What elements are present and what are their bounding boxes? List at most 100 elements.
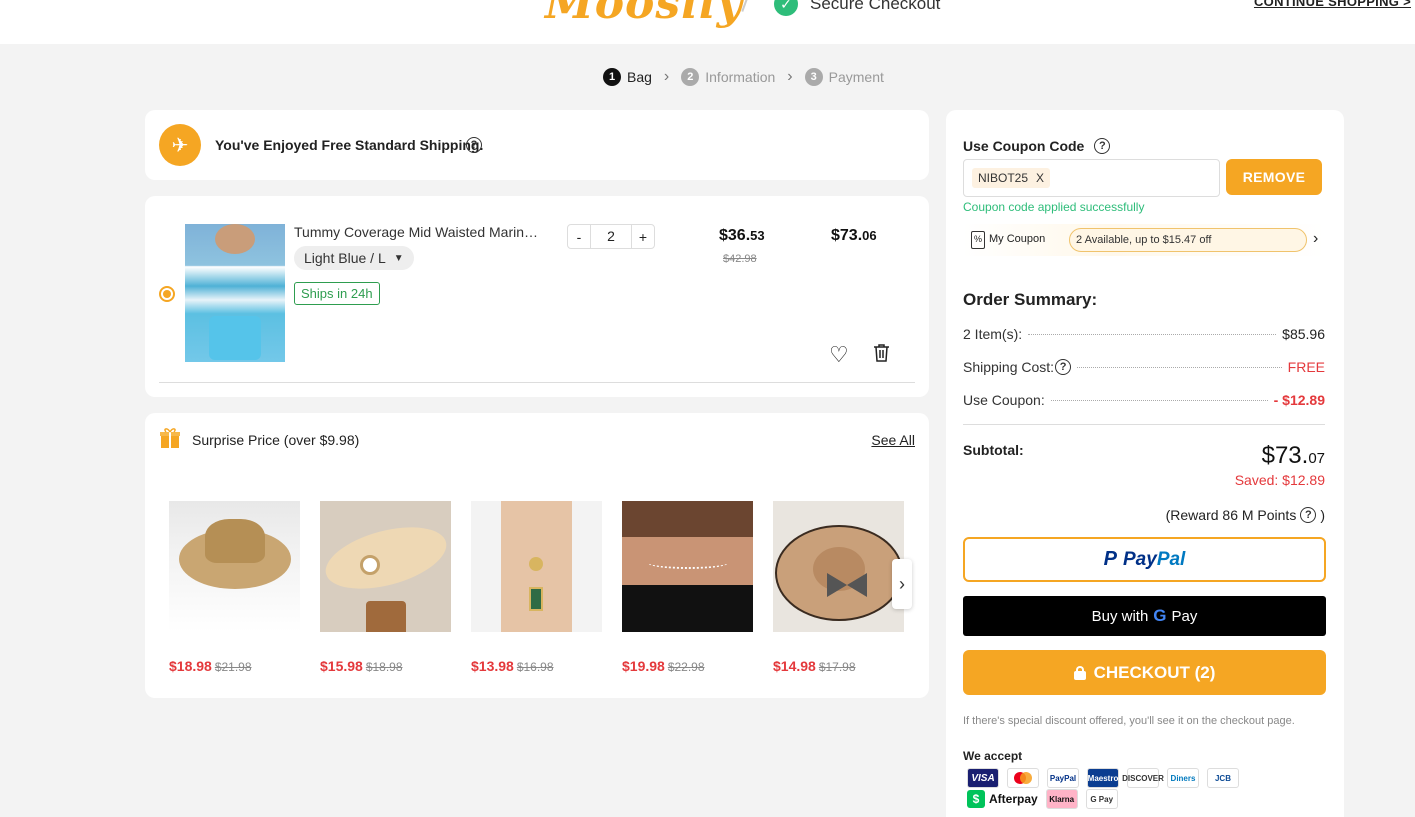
product-image-sun-hat[interactable]: [320, 501, 451, 632]
payment-methods: VISA PayPal Maestro DISCOVER Diners JCB: [967, 768, 1239, 788]
checkout-label: CHECKOUT (2): [1093, 662, 1216, 682]
product-price: $14.98 $17.98: [773, 658, 904, 674]
help-icon[interactable]: ?: [466, 137, 482, 153]
help-icon[interactable]: ?: [1055, 359, 1072, 375]
google-pay-button[interactable]: Buy with G Pay: [963, 596, 1326, 636]
variant-selector[interactable]: Light Blue / L ▼: [294, 246, 414, 270]
variant-label: Light Blue / L: [304, 250, 386, 266]
secure-checkout-label: Secure Checkout: [810, 0, 941, 13]
help-icon[interactable]: ?: [1094, 138, 1111, 154]
qty-minus-button[interactable]: -: [568, 229, 590, 245]
checkout-steps: 1 Bag › 2 Information › 3 Payment: [603, 68, 884, 86]
top-header: Mooslly ✓ Secure Checkout CONTINUE SHOPP…: [0, 0, 1415, 44]
google-g-icon: G: [1153, 606, 1167, 625]
divider: [963, 424, 1325, 425]
jcb-icon: JCB: [1207, 768, 1239, 788]
step-information[interactable]: 2 Information: [681, 68, 775, 86]
product-image-straw-hat[interactable]: [169, 501, 300, 632]
subtotal-value: $73.07: [1262, 442, 1325, 470]
my-coupon-label: My Coupon: [989, 233, 1046, 245]
step-bag[interactable]: 1 Bag: [603, 68, 652, 86]
product-price: $19.98 $22.98: [622, 658, 753, 674]
paypal-pay: Pay: [1123, 548, 1157, 570]
diners-icon: Diners: [1167, 768, 1199, 788]
brand-logo[interactable]: Mooslly: [545, 0, 743, 29]
product-card[interactable]: $18.98 $21.98: [169, 501, 300, 674]
carousel-next-button[interactable]: ›: [892, 559, 912, 609]
klarna-icon: Klarna: [1045, 789, 1078, 809]
price-original: $16.98: [516, 660, 554, 674]
step-payment[interactable]: 3 Payment: [804, 68, 884, 86]
heart-icon[interactable]: ♡: [829, 342, 849, 368]
discount-note: If there's special discount offered, you…: [963, 715, 1295, 727]
step-number: 2: [681, 68, 700, 86]
step-label: Bag: [627, 69, 652, 85]
clear-coupon-icon[interactable]: X: [1036, 171, 1044, 185]
see-all-link[interactable]: See All: [871, 432, 915, 448]
recommended-products: $18.98 $21.98 $15.98 $18.98 $13.98 $16.98: [169, 501, 904, 674]
ships-in-24h-badge: Ships in 24h: [294, 282, 380, 305]
qty-plus-button[interactable]: +: [632, 229, 654, 245]
we-accept-label: We accept: [963, 749, 1023, 763]
subtotal-main: $73.: [1261, 442, 1309, 469]
product-card[interactable]: $15.98 $18.98: [320, 501, 451, 674]
item-select-radio[interactable]: [159, 286, 175, 302]
price-current: $19.98: [622, 658, 665, 674]
step-number: 1: [603, 68, 621, 86]
product-image-necklace[interactable]: [471, 501, 602, 632]
item-total-cents: 06: [862, 228, 877, 243]
price-original: $21.98: [214, 660, 252, 674]
unit-price-cents: 53: [750, 228, 765, 243]
applied-coupon-chip: NIBOT25 X: [972, 168, 1051, 188]
quantity-stepper: - 2 +: [567, 224, 655, 249]
remove-coupon-button[interactable]: REMOVE: [1226, 159, 1322, 195]
afterpay-icon: $: [967, 790, 985, 808]
paypal-logo: PayPal: [1123, 549, 1185, 571]
maestro-icon: Maestro: [1087, 768, 1119, 788]
gpay-prefix: Buy with: [1091, 607, 1149, 625]
caret-down-icon: ▼: [393, 252, 404, 264]
visa-icon: VISA: [967, 768, 999, 788]
price-current: $18.98: [169, 658, 212, 674]
product-card[interactable]: $19.98 $22.98: [622, 501, 753, 674]
product-image-pendant[interactable]: [622, 501, 753, 632]
product-card[interactable]: $14.98 $17.98: [773, 501, 904, 674]
payment-methods-row2: $ Afterpay Klarna G Pay: [967, 789, 1118, 809]
product-card[interactable]: $13.98 $16.98: [471, 501, 602, 674]
mastercard-icon: [1007, 768, 1039, 788]
help-icon[interactable]: ?: [1300, 507, 1317, 523]
summary-items-row: 2 Item(s): $85.96: [963, 326, 1325, 342]
coupon-code-input[interactable]: NIBOT25 X: [963, 159, 1220, 197]
available-coupons-pill: 2 Available, up to $15.47 off: [1069, 228, 1307, 252]
paypal-pal: Pal: [1156, 548, 1186, 570]
saved-amount: Saved: $12.89: [1234, 472, 1325, 488]
qty-input[interactable]: 2: [590, 225, 632, 248]
afterpay-label: Afterpay: [989, 792, 1038, 806]
items-value: $85.96: [1282, 326, 1325, 342]
coupon-icon: %: [971, 231, 985, 249]
product-image[interactable]: [185, 224, 285, 362]
checkout-button[interactable]: CHECKOUT (2): [963, 650, 1326, 695]
product-title[interactable]: Tummy Coverage Mid Waisted Marine Print …: [294, 224, 539, 240]
order-summary-title: Order Summary:: [963, 290, 1098, 309]
cart-item: Tummy Coverage Mid Waisted Marine Print …: [145, 196, 929, 397]
product-price: $15.98 $18.98: [320, 658, 451, 674]
surprise-title: Surprise Price (over $9.98): [192, 432, 360, 448]
price-current: $14.98: [773, 658, 816, 674]
coupon-success-message: Coupon code applied successfully: [963, 200, 1145, 214]
paypal-button[interactable]: P PayPal: [963, 537, 1326, 582]
secure-checkout: ✓ Secure Checkout: [774, 0, 940, 16]
product-image-bow-hat[interactable]: [773, 501, 904, 632]
coupon-label-text: Use Coupon Code: [963, 138, 1085, 154]
my-coupon-row[interactable]: % My Coupon 2 Available, up to $15.47 of…: [963, 224, 1325, 256]
coupon-discount-value: - $12.89: [1273, 392, 1325, 408]
order-summary-panel: Use Coupon Code ? NIBOT25 X REMOVE Coupo…: [946, 110, 1344, 817]
trash-icon[interactable]: [873, 344, 890, 362]
subtotal-cents: 07: [1308, 450, 1325, 467]
reward-close: ): [1320, 507, 1325, 523]
product-price: $18.98 $21.98: [169, 658, 300, 674]
item-total: $73.06: [831, 227, 877, 245]
summary-coupon-row: Use Coupon: - $12.89: [963, 392, 1325, 408]
chevron-right-icon[interactable]: ›: [1313, 230, 1318, 248]
continue-shopping-link[interactable]: CONTINUE SHOPPING >: [1254, 0, 1411, 9]
